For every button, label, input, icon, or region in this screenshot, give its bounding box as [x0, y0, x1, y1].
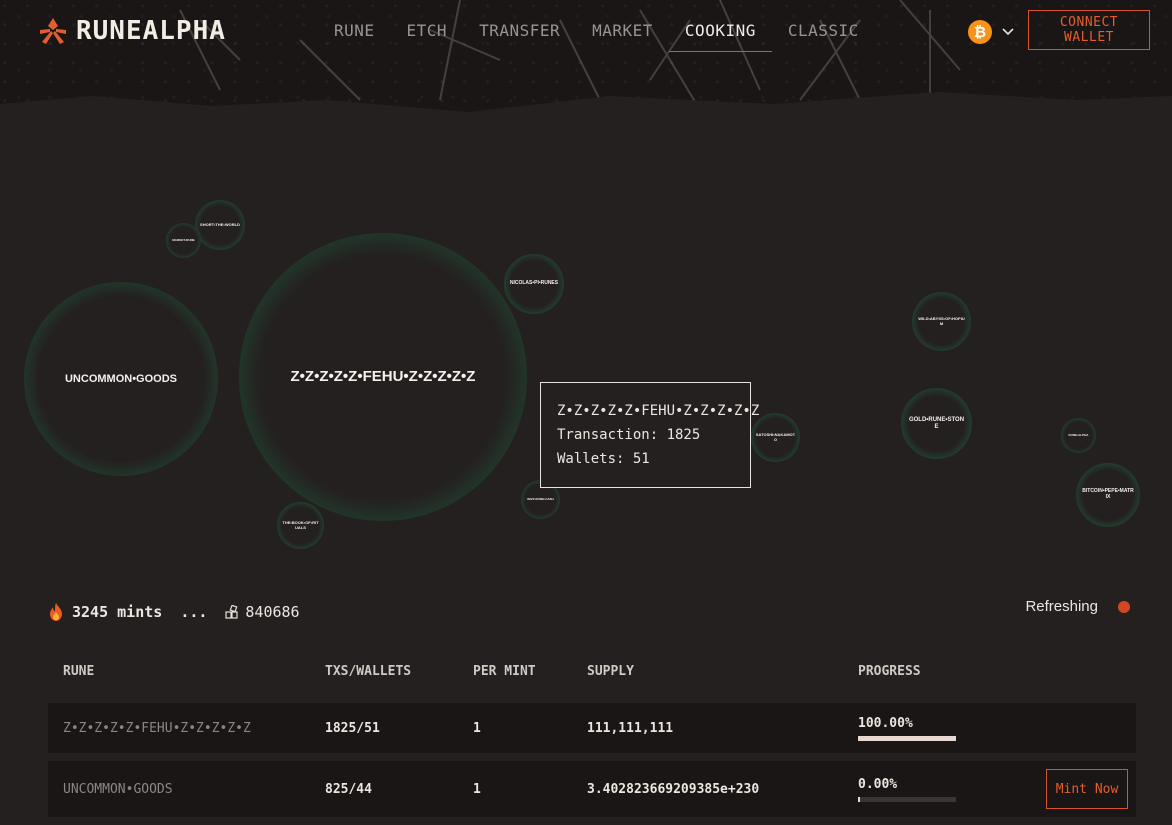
bubble-label: Z•Z•Z•Z•Z•FEHU•Z•Z•Z•Z•Z — [290, 368, 476, 386]
bubble-label: SHORT•THE•WORLD — [200, 221, 240, 227]
header-supply: SUPPLY — [587, 663, 634, 679]
bubble-label: UNCOMMON•GOODS — [64, 372, 177, 385]
nav-classic[interactable]: CLASSIC — [772, 0, 875, 52]
bubble-satoshi-nakamoto[interactable]: SATOSHI•NAKAMOTO — [751, 413, 800, 462]
bitcoin-icon: ₿ — [968, 20, 992, 44]
stats-bar: 3245 mints ... 840686 Refreshing — [48, 598, 1136, 626]
bubble-label: THE•BOOK•OF•RITUALS — [282, 519, 319, 530]
progress-bar — [858, 796, 956, 802]
bubble-label: WILD•ABYSS•OF•HOPIUM — [918, 315, 965, 326]
bubble-label: SATOSHI•NAKAMOTO — [755, 431, 796, 442]
refresh-label: Refreshing — [1025, 598, 1098, 615]
bubble-nicolas-pi-runes[interactable]: NICOLAS•PI•RUNES — [504, 254, 564, 314]
block-height: 840686 — [225, 603, 300, 621]
nav-etch[interactable]: ETCH — [391, 0, 464, 52]
header-per-mint: PER MINT — [473, 663, 536, 679]
progress-text: 0.00% — [858, 776, 898, 792]
mint-now-button[interactable]: Mint Now — [1046, 769, 1128, 809]
progress-fill — [858, 735, 956, 741]
refresh-status[interactable]: Refreshing — [1025, 598, 1136, 615]
chain-selector[interactable]: ₿ — [968, 20, 1014, 44]
bubble-label: NICOLAS•PI•RUNES — [509, 280, 559, 287]
header-txs-wallets: TXS/WALLETS — [325, 663, 412, 679]
bubble-bitcoin-pepe-matrix[interactable]: BITCOIN•PEPE•MATRIX — [1076, 463, 1140, 527]
bubble-label: BITCOIN•PEPE•MATRIX — [1082, 488, 1134, 500]
bubble-the-book-of-rituals[interactable]: THE•BOOK•OF•RITUALS — [277, 502, 324, 549]
runes-table: RUNE TXS/WALLETS PER MINT SUPPLY PROGRES… — [48, 652, 1136, 825]
bubble-label: MARKET•RUNE — [172, 237, 195, 242]
connect-wallet-button[interactable]: CONNECT WALLET — [1028, 10, 1150, 50]
nav-rune[interactable]: RUNE — [318, 0, 391, 52]
per-mint: 1 — [473, 781, 481, 797]
refresh-indicator-icon — [1118, 600, 1130, 613]
bubble-uncommon-goods[interactable]: UNCOMMON•GOODS — [24, 282, 218, 476]
supply: 111,111,111 — [587, 720, 674, 736]
header-rune: RUNE — [63, 663, 95, 679]
tooltip-wallets: Wallets: 51 — [557, 451, 650, 467]
bubble-tooltip: Z•Z•Z•Z•Z•FEHU•Z•Z•Z•Z•Z Transaction: 18… — [540, 382, 760, 488]
rune-name[interactable]: UNCOMMON•GOODS — [48, 782, 325, 797]
progress-bar — [858, 735, 956, 741]
progress-cell: 100.00% — [858, 703, 1136, 753]
mints-count: 3245 mints — [72, 603, 163, 621]
bubble-gold-rune-stone[interactable]: GOLD•RUNE•STONE — [901, 388, 972, 459]
table-row[interactable]: Z•Z•Z•Z•Z•FEHU•Z•Z•Z•Z•Z 1825/51 1 111,1… — [48, 703, 1136, 753]
bubble-chart: UNCOMMON•GOODS Z•Z•Z•Z•Z•FEHU•Z•Z•Z•Z•Z … — [0, 140, 1172, 580]
tooltip-title: Z•Z•Z•Z•Z•FEHU•Z•Z•Z•Z•Z — [557, 403, 760, 419]
supply: 3.402823669209385e+230 — [587, 781, 760, 797]
bubble-wild-abyss-of-hopium[interactable]: WILD•ABYSS•OF•HOPIUM — [912, 292, 971, 351]
logo-text: RUNEALPHA — [76, 16, 226, 46]
block-number: 840686 — [245, 603, 300, 621]
bubble-short-the-world[interactable]: SHORT•THE•WORLD — [195, 200, 245, 250]
loading-dots: ... — [180, 603, 208, 621]
fire-icon — [50, 603, 62, 621]
header-progress: PROGRESS — [858, 663, 921, 679]
table-header: RUNE TXS/WALLETS PER MINT SUPPLY PROGRES… — [48, 652, 1136, 690]
txs-wallets: 1825/51 — [325, 720, 380, 736]
logo[interactable]: RUNEALPHA — [38, 16, 226, 46]
progress-cell: 0.00% Mint Now — [858, 761, 1136, 817]
nav-transfer[interactable]: TRANSFER — [463, 0, 576, 52]
nav-market[interactable]: MARKET — [576, 0, 669, 52]
nav-cooking[interactable]: COOKING — [668, 0, 772, 52]
bubble-market-rune[interactable]: MARKET•RUNE — [166, 223, 201, 258]
runealpha-logo-icon — [40, 18, 66, 44]
rune-name[interactable]: Z•Z•Z•Z•Z•FEHU•Z•Z•Z•Z•Z — [48, 721, 325, 736]
tooltip-transaction: Transaction: 1825 — [557, 427, 701, 443]
progress-fill — [858, 796, 860, 802]
per-mint: 1 — [473, 720, 481, 736]
main-nav: RUNE ETCH TRANSFER MARKET COOKING CLASSI… — [318, 0, 875, 52]
table-row[interactable]: UNCOMMON•GOODS 825/44 1 3.40282366920938… — [48, 761, 1136, 817]
bubble-rune-alpha[interactable]: RUNE•ALPHA — [1061, 418, 1096, 453]
bubble-label: WIZZ•RUNE•CASH — [527, 496, 554, 501]
bubble-label: GOLD•RUNE•STONE — [908, 416, 965, 430]
txs-wallets: 825/44 — [325, 781, 372, 797]
bubble-zzzzz-fehu[interactable]: Z•Z•Z•Z•Z•FEHU•Z•Z•Z•Z•Z — [239, 233, 527, 521]
progress-text: 100.00% — [858, 715, 913, 731]
blocks-icon — [225, 605, 239, 619]
chevron-down-icon — [1002, 28, 1014, 36]
bubble-label: RUNE•ALPHA — [1068, 432, 1089, 437]
